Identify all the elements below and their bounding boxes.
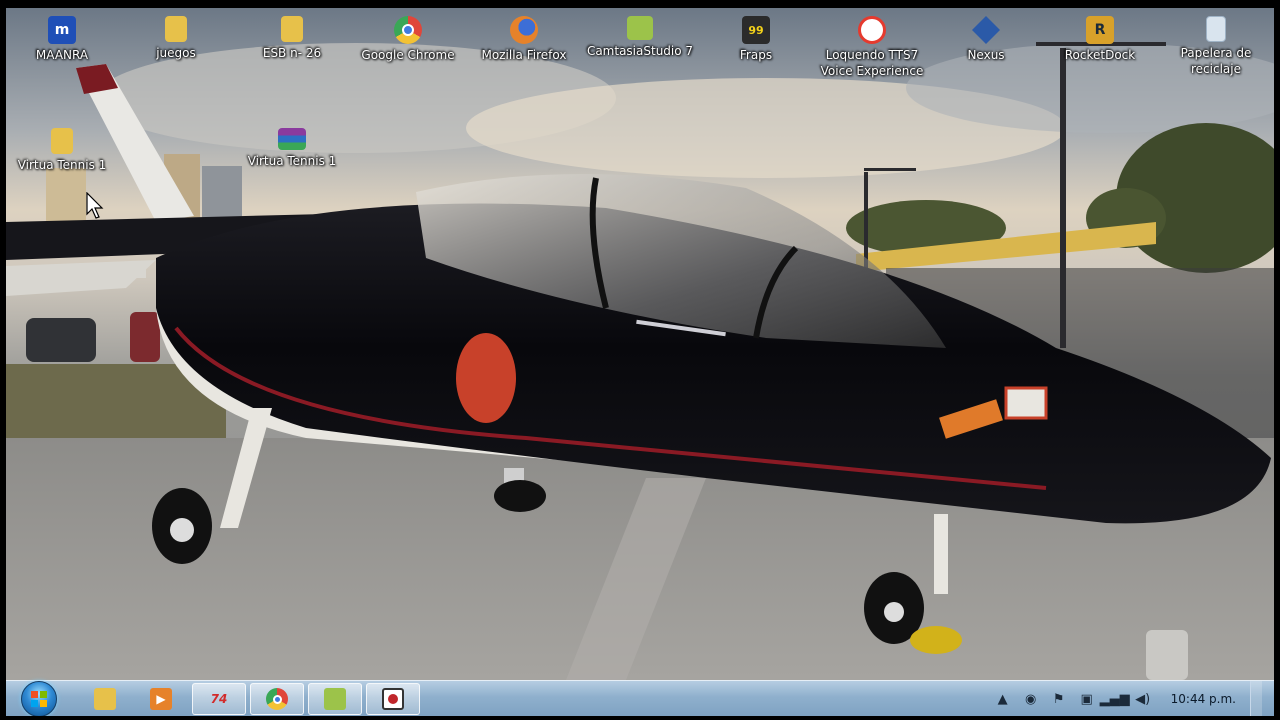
- taskbar-camtasia-button[interactable]: [308, 683, 362, 715]
- folder-icon: [51, 128, 73, 154]
- desktop-icon-virtua-tennis-folder[interactable]: Virtua Tennis 1: [6, 128, 120, 173]
- desktop-icon-label: MAANRA: [35, 48, 89, 62]
- taskbar-media-player-button[interactable]: ▶: [134, 683, 188, 715]
- folder-shortcut-icon: [281, 16, 303, 42]
- nexus-icon: [972, 16, 1000, 44]
- start-button[interactable]: [16, 680, 62, 718]
- desktop-icon-juegos[interactable]: juegos: [118, 16, 234, 61]
- desktop-icon-loquendo[interactable]: Loquendo TTS7 Voice Experience: [814, 16, 930, 79]
- desktop-icon-label: Papelera de reciclaje: [1180, 46, 1252, 76]
- frame-bottom: [0, 716, 1280, 720]
- folder-icon: [94, 688, 116, 710]
- taskbar-explorer-button[interactable]: [78, 683, 132, 715]
- clock[interactable]: 10:44 p.m.: [1171, 692, 1236, 706]
- system-tray: ▲ ◉ ⚑ ▣ ▂▄▆ ◀) 10:44 p.m.: [989, 681, 1262, 717]
- desktop-icon-label: Virtua Tennis 1: [247, 154, 337, 168]
- loquendo-icon: [858, 16, 886, 44]
- recycle-bin-icon: [1206, 16, 1226, 42]
- chrome-icon: [394, 16, 422, 44]
- desktop-icon-label: Loquendo TTS7 Voice Experience: [820, 48, 924, 78]
- taskbar-app-74-button[interactable]: 74: [192, 683, 246, 715]
- volume-icon[interactable]: ◀): [1132, 688, 1154, 710]
- play-icon: ▶: [150, 688, 172, 710]
- wallpaper-jet: [6, 8, 1274, 680]
- maanra-icon: m: [48, 16, 76, 44]
- desktop-icon-label: Virtua Tennis 1: [17, 158, 107, 172]
- desktop[interactable]: m MAANRA juegos ESB n- 26 Google Chrome …: [6, 8, 1274, 680]
- desktop-icon-label: ESB n- 26: [262, 46, 322, 60]
- recorder-icon: [382, 688, 404, 710]
- desktop-icon-maanra[interactable]: m MAANRA: [6, 16, 120, 63]
- desktop-icon-fraps[interactable]: 99 Fraps: [698, 16, 814, 63]
- firefox-icon: [510, 16, 538, 44]
- chrome-icon: [266, 688, 288, 710]
- show-hidden-icons-chevron-icon[interactable]: ▲: [992, 688, 1014, 710]
- rocketdock-icon: R: [1086, 16, 1114, 44]
- desktop-icon-mozilla-firefox[interactable]: Mozilla Firefox: [466, 16, 582, 63]
- desktop-icon-label: Nexus: [967, 48, 1005, 62]
- tray-app-icon[interactable]: ◉: [1020, 688, 1042, 710]
- fraps-icon: 99: [742, 16, 770, 44]
- action-center-flag-icon[interactable]: ⚑: [1048, 688, 1070, 710]
- desktop-icon-label: Mozilla Firefox: [481, 48, 567, 62]
- desktop-icon-nexus[interactable]: Nexus: [928, 16, 1044, 63]
- taskbar: ▶ 74 ▲ ◉ ⚑ ▣ ▂▄▆ ◀) 10:44 p.m.: [6, 680, 1274, 718]
- taskbar-chrome-button[interactable]: [250, 683, 304, 715]
- windows-logo-icon: [21, 681, 57, 717]
- network-signal-icon[interactable]: ▂▄▆: [1100, 688, 1130, 710]
- show-desktop-button[interactable]: [1250, 681, 1262, 717]
- desktop-icon-label: Google Chrome: [361, 48, 455, 62]
- camtasia-icon: [627, 16, 653, 40]
- frame-left: [0, 0, 6, 720]
- desktop-icon-camtasia[interactable]: CamtasiaStudio 7: [582, 16, 698, 59]
- desktop-icon-label: Fraps: [739, 48, 773, 62]
- taskbar-recorder-button[interactable]: [366, 683, 420, 715]
- desktop-icon-rocketdock[interactable]: R RocketDock: [1042, 16, 1158, 63]
- desktop-icon-label: CamtasiaStudio 7: [586, 44, 694, 58]
- desktop-icon-virtua-tennis-archive[interactable]: Virtua Tennis 1: [234, 128, 350, 169]
- folder-icon: [165, 16, 187, 42]
- app-74-icon: 74: [210, 692, 228, 706]
- desktop-icon-esb[interactable]: ESB n- 26: [234, 16, 350, 61]
- frame-top: [0, 0, 1280, 8]
- safely-remove-hardware-icon[interactable]: ▣: [1076, 688, 1098, 710]
- frame-right: [1274, 0, 1280, 720]
- desktop-icon-label: RocketDock: [1064, 48, 1136, 62]
- mouse-cursor: [86, 192, 104, 219]
- camtasia-icon: [324, 688, 346, 710]
- desktop-icon-label: juegos: [156, 46, 196, 60]
- winrar-archive-icon: [278, 128, 306, 150]
- desktop-icon-recycle-bin[interactable]: Papelera de reciclaje: [1158, 16, 1274, 77]
- desktop-icon-google-chrome[interactable]: Google Chrome: [350, 16, 466, 63]
